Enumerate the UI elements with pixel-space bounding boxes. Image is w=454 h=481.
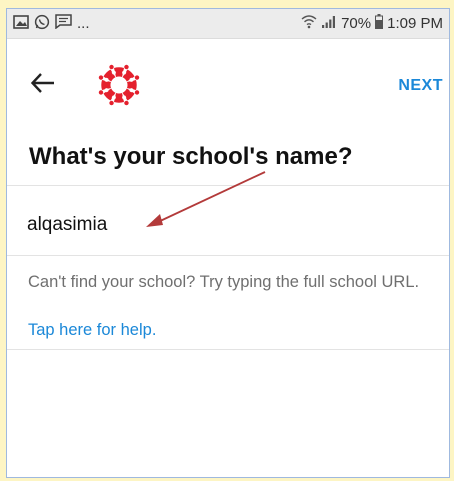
status-time: 1:09 PM <box>387 15 443 32</box>
next-button[interactable]: NEXT <box>398 77 443 95</box>
wifi-icon <box>301 14 317 33</box>
help-link[interactable]: Tap here for help. <box>28 321 156 340</box>
divider-bottom <box>7 349 449 350</box>
image-icon <box>13 14 29 33</box>
canvas-logo-icon <box>97 63 141 107</box>
school-name-input[interactable] <box>27 209 427 241</box>
divider-middle <box>7 255 449 256</box>
app-header: NEXT <box>7 39 449 119</box>
page-title: What's your school's name? <box>29 143 353 170</box>
status-ellipsis: ... <box>77 15 90 32</box>
message-icon <box>55 14 72 33</box>
whatsapp-icon <box>34 14 50 34</box>
phone-screen: ... 70% 1:09 PM NEXT What's your school'… <box>6 8 450 478</box>
battery-percent: 70% <box>341 15 372 32</box>
divider-top <box>7 185 449 186</box>
help-text: Can't find your school? Try typing the f… <box>28 273 420 291</box>
status-bar-left: ... <box>13 14 90 34</box>
status-bar-right: 70% 1:09 PM <box>301 14 443 33</box>
signal-icon <box>321 15 337 33</box>
status-bar: ... 70% 1:09 PM <box>7 9 449 39</box>
back-arrow-icon[interactable] <box>29 71 57 95</box>
battery-icon <box>375 14 384 33</box>
